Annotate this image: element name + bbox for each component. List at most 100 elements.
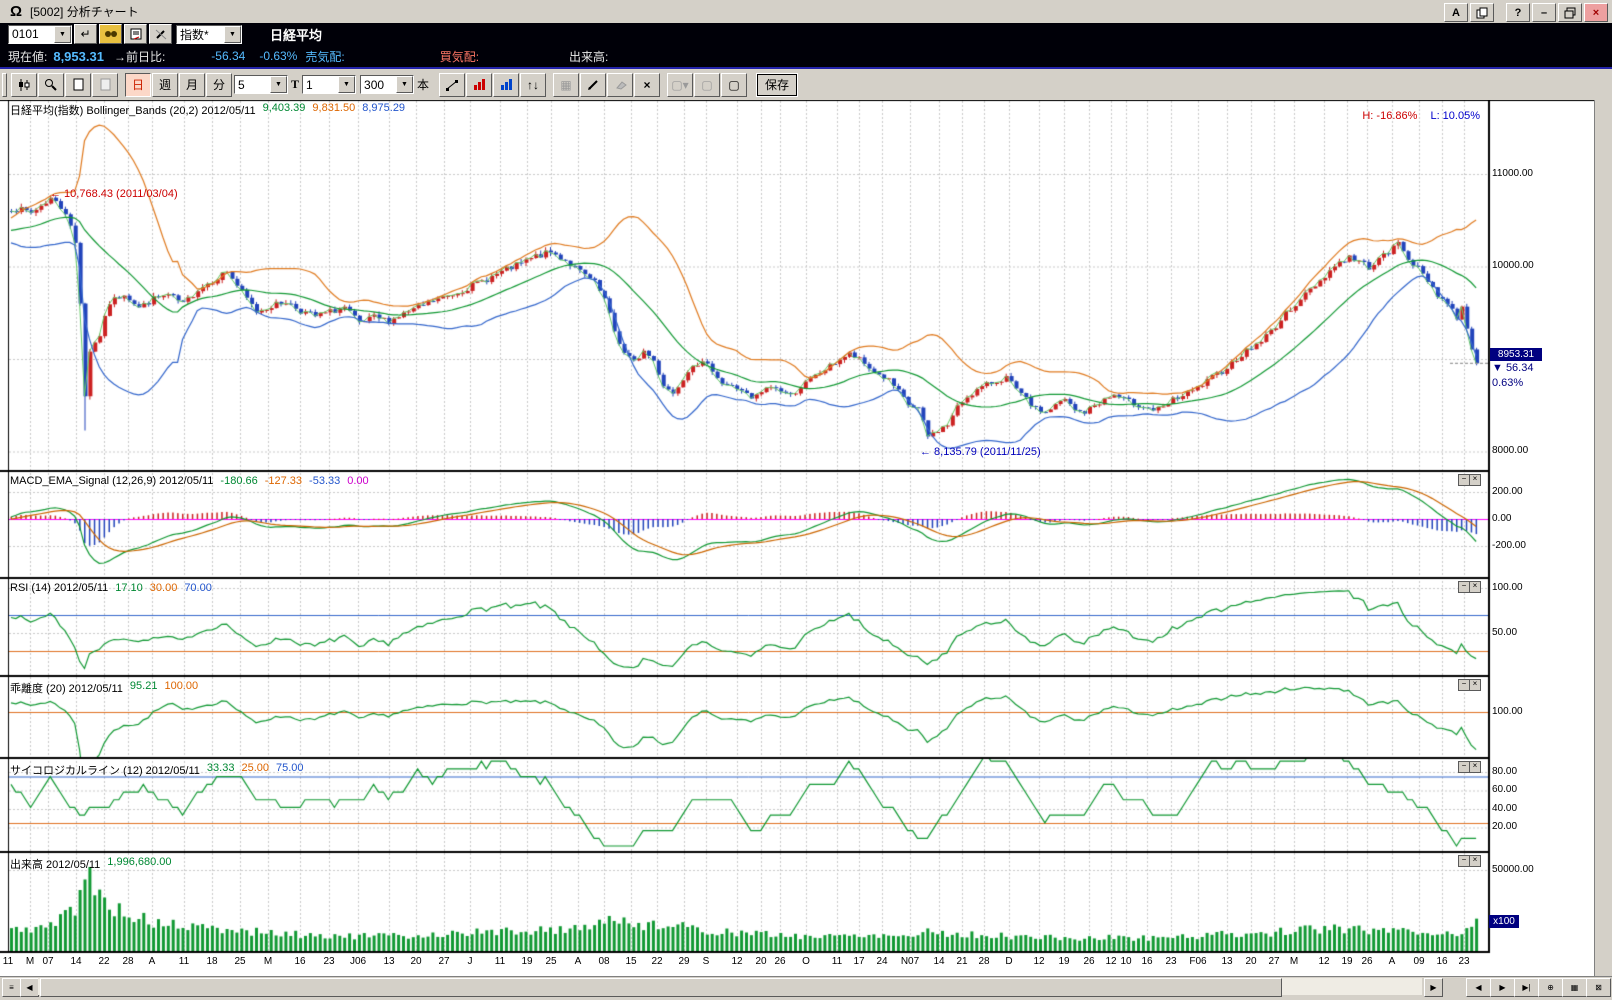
x-axis-label: S bbox=[692, 956, 720, 967]
help-button[interactable]: ? bbox=[1506, 3, 1530, 22]
x-axis-label: 20 bbox=[402, 956, 430, 967]
nav-next-button[interactable]: ▶ bbox=[1490, 978, 1515, 997]
x-axis-label: A bbox=[564, 956, 592, 967]
x-axis-label: 26 bbox=[766, 956, 794, 967]
enter-symbol-button[interactable]: ↵ bbox=[74, 24, 97, 44]
copy-page-button[interactable] bbox=[92, 73, 118, 97]
copy-window-button[interactable] bbox=[1470, 3, 1494, 22]
indicator-blue-button[interactable] bbox=[493, 73, 519, 97]
bar-width-select[interactable]: 5 ▼ bbox=[234, 75, 288, 94]
kairi-base-level: 100.00 bbox=[164, 680, 198, 696]
save-button[interactable]: 保存 bbox=[757, 74, 797, 96]
horizontal-scrollbar[interactable]: ≡ ◀ ▶ ◀ ▶ ▶| ⊕ ▦ ⊠ bbox=[0, 976, 1612, 997]
font-button[interactable]: A bbox=[1444, 3, 1468, 22]
macd-panel-header: MACD_EMA_Signal (12,26,9) 2012/05/11 -18… bbox=[10, 475, 369, 487]
macd-panel-close-button[interactable]: × bbox=[1469, 474, 1481, 486]
high-low-readout: H: -16.86% L: 10.05% bbox=[1362, 110, 1480, 122]
new-page-button[interactable] bbox=[65, 73, 91, 97]
x-axis-label: 11 bbox=[170, 956, 198, 967]
symbol-bar: 0101 ▼ ↵ 指数* ▼ 日経平均 bbox=[0, 23, 1612, 45]
period-weekly-button[interactable]: 週 bbox=[152, 73, 178, 97]
scrollbar-thumb[interactable] bbox=[40, 978, 1282, 997]
bar-width-value: 5 bbox=[235, 78, 270, 92]
symbol-code-dropdown-icon[interactable]: ▼ bbox=[54, 26, 71, 43]
psych-axis-label: 60.00 bbox=[1492, 784, 1517, 795]
current-price-tag: 8953.31 bbox=[1490, 348, 1542, 361]
scroll-right-button[interactable]: ▶ bbox=[1424, 978, 1443, 997]
minimize-button[interactable]: – bbox=[1532, 3, 1556, 22]
symbol-search-button[interactable] bbox=[99, 24, 122, 44]
layout-dropdown-button[interactable]: ▢▾ bbox=[667, 73, 693, 97]
indicator-red-button[interactable] bbox=[466, 73, 492, 97]
grid-button[interactable]: ▦ bbox=[553, 73, 579, 97]
x-axis-label: J06 bbox=[344, 956, 372, 967]
change-percent-value: -0.63% bbox=[259, 49, 297, 63]
price-axis-label: 8000.00 bbox=[1492, 445, 1528, 456]
kairi-panel-close-button[interactable]: × bbox=[1469, 679, 1481, 691]
scroll-left-button[interactable]: ◀ bbox=[20, 978, 39, 997]
change-value: -56.34 bbox=[211, 49, 245, 63]
toolbar-grip[interactable] bbox=[2, 73, 7, 97]
rsi-axis-label: 100.00 bbox=[1492, 582, 1523, 593]
period-monthly-button[interactable]: 月 bbox=[179, 73, 205, 97]
psych-panel-close-button[interactable]: × bbox=[1469, 761, 1481, 773]
macd-axis-label: 0.00 bbox=[1492, 513, 1511, 524]
x-axis-label: 07 bbox=[34, 956, 62, 967]
pen-off-button[interactable] bbox=[149, 24, 172, 44]
x-axis-label: A bbox=[138, 956, 166, 967]
category-dropdown-icon[interactable]: ▼ bbox=[224, 26, 241, 43]
period-daily-button[interactable]: 日 bbox=[125, 73, 151, 97]
chart-area: 日経平均(指数) Bollinger_Bands (20,2) 2012/05/… bbox=[0, 100, 1612, 976]
instrument-name: 日経平均 bbox=[270, 25, 322, 44]
scroll-grip-button[interactable]: ≡ bbox=[2, 978, 21, 997]
interval-dropdown-icon[interactable]: ▼ bbox=[338, 76, 355, 93]
interval-select[interactable]: 1 ▼ bbox=[302, 75, 356, 94]
psych-panel-title: サイコロジカルライン (12) 2012/05/11 bbox=[10, 762, 200, 778]
draw-pencil-button[interactable] bbox=[580, 73, 606, 97]
bar-count-dropdown-icon[interactable]: ▼ bbox=[396, 76, 413, 93]
rsi-panel-title: RSI (14) 2012/05/11 bbox=[10, 582, 108, 594]
x-axis-label: 27 bbox=[430, 956, 458, 967]
pen-slash-icon bbox=[155, 28, 167, 40]
bid-label: 買気配: bbox=[440, 48, 479, 65]
x-axis-label: 11 bbox=[486, 956, 514, 967]
eraser-icon bbox=[614, 80, 627, 90]
chart-canvas[interactable] bbox=[0, 100, 1612, 976]
rsi-axis-label: 50.00 bbox=[1492, 627, 1517, 638]
sort-arrows-button[interactable]: ↑↓ bbox=[520, 73, 546, 97]
price-axis-label: 11000.00 bbox=[1492, 168, 1533, 179]
symbol-code-input[interactable]: 0101 ▼ bbox=[8, 25, 72, 44]
nav-prev-button[interactable]: ◀ bbox=[1466, 978, 1491, 997]
quote-bar: 現在値: 8,953.31 →前日比: -56.34 -0.63% 売気配: 買… bbox=[0, 45, 1612, 69]
copy-icon bbox=[1476, 7, 1488, 19]
x-axis-label: M bbox=[1280, 956, 1308, 967]
volume-value: 1,996,680.00 bbox=[107, 856, 171, 872]
bar-width-dropdown-icon[interactable]: ▼ bbox=[270, 76, 287, 93]
nav-end-button[interactable]: ▶| bbox=[1514, 978, 1539, 997]
period-minute-button[interactable]: 分 bbox=[206, 73, 232, 97]
volume-panel-close-button[interactable]: × bbox=[1469, 855, 1481, 867]
title-bar[interactable]: Ω [5002] 分析チャート A ? – × bbox=[0, 0, 1612, 24]
vertical-scrollbar[interactable] bbox=[1594, 100, 1612, 976]
bar-count-select[interactable]: 300 ▼ bbox=[360, 75, 414, 94]
layout-load-button[interactable]: ▢ bbox=[721, 73, 747, 97]
rsi-panel-close-button[interactable]: × bbox=[1469, 581, 1481, 593]
zoom-tool-button[interactable] bbox=[38, 73, 64, 97]
memo-button[interactable] bbox=[124, 24, 147, 44]
restore-button[interactable] bbox=[1558, 3, 1582, 22]
grid-toggle-button[interactable]: ▦ bbox=[1562, 978, 1587, 997]
bars-suffix-label: 本 bbox=[417, 76, 429, 93]
psych-axis-label: 80.00 bbox=[1492, 766, 1517, 777]
panel-close-all-button[interactable]: ⊠ bbox=[1586, 978, 1611, 997]
magnifier-icon bbox=[44, 78, 58, 92]
psych-value: 33.33 bbox=[207, 762, 235, 778]
candlestick-tool-button[interactable] bbox=[11, 73, 37, 97]
category-select[interactable]: 指数* ▼ bbox=[176, 25, 242, 44]
eraser-button[interactable] bbox=[607, 73, 633, 97]
delete-drawing-button[interactable]: × bbox=[634, 73, 660, 97]
zoom-plus-button[interactable]: ⊕ bbox=[1538, 978, 1563, 997]
trendline-tool-button[interactable] bbox=[439, 73, 465, 97]
x-axis-label: 13 bbox=[375, 956, 403, 967]
close-button[interactable]: × bbox=[1584, 3, 1608, 22]
layout-save-button[interactable]: ▢ bbox=[694, 73, 720, 97]
